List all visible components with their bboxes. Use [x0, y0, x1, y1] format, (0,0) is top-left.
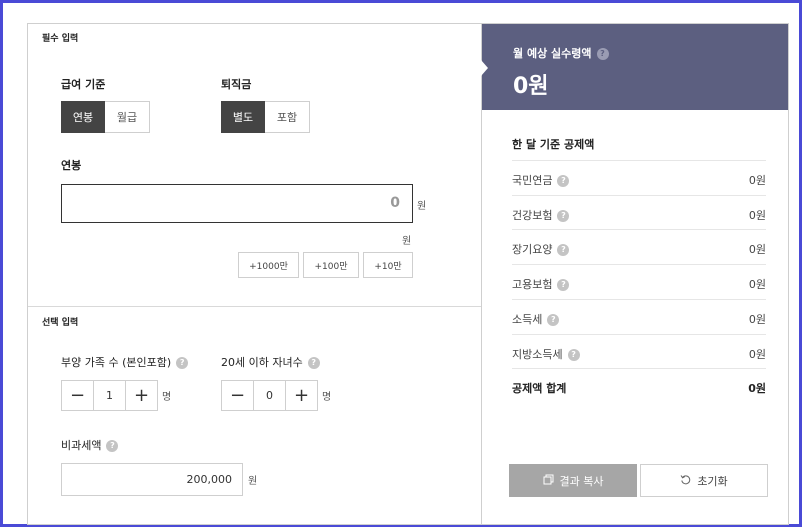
deduction-name-text: 고용보험: [512, 278, 553, 291]
deduction-value: 0원: [748, 278, 766, 291]
nontax-unit: 원: [248, 476, 258, 487]
deduction-name-text: 국민연금: [512, 174, 553, 187]
help-icon[interactable]: ?: [557, 279, 570, 291]
children-label-text: 20세 이하 자녀수: [221, 356, 303, 369]
net-pay-amount: 0원: [513, 74, 549, 99]
salary-basis-annual-button[interactable]: 연봉: [61, 101, 105, 133]
deduction-value: 0원: [748, 243, 766, 256]
reset-button[interactable]: 초기화: [640, 464, 768, 497]
annual-salary-label: 연봉: [61, 159, 82, 172]
deduction-name: 국민연금?: [512, 172, 570, 188]
deduction-name-text: 지방소득세: [512, 348, 563, 361]
deduction-row: 건강보험? 0원: [512, 195, 766, 229]
children-value[interactable]: 0: [253, 381, 286, 410]
nontax-label-text: 비과세액: [61, 439, 102, 452]
deduction-row: 고용보험? 0원: [512, 264, 766, 298]
deduction-row: 장기요양? 0원: [512, 229, 766, 263]
copy-result-label: 결과 복사: [559, 474, 604, 488]
optional-section-title: 선택 입력: [42, 318, 79, 328]
nontax-input[interactable]: 200,000: [61, 463, 243, 496]
help-icon[interactable]: ?: [547, 314, 560, 326]
annual-salary-input[interactable]: 0: [61, 184, 413, 223]
deduction-value: 0원: [748, 174, 766, 187]
salary-basis-toggle: 연봉 월급: [61, 101, 150, 133]
result-title: 월 예상 실수령액?: [513, 45, 609, 61]
add-1m-button[interactable]: +100만: [303, 252, 359, 278]
help-icon[interactable]: ?: [596, 48, 609, 60]
salary-basis-label: 급여 기준: [61, 78, 106, 91]
section-divider: [28, 306, 483, 307]
dependents-label-text: 부양 가족 수 (본인포함): [61, 356, 172, 369]
children-minus-button[interactable]: −: [222, 381, 253, 410]
app-frame: 필수 입력 급여 기준 연봉 월급 퇴직금 별도 포함 연봉 0 원 원 +10…: [0, 0, 802, 527]
pointer-arrow: [481, 60, 488, 76]
required-section-title: 필수 입력: [42, 34, 79, 44]
deduction-name: 소득세?: [512, 311, 560, 327]
dependents-minus-button[interactable]: −: [62, 381, 93, 410]
deduction-name: 건강보험?: [512, 207, 570, 223]
help-icon[interactable]: ?: [106, 440, 119, 452]
deduction-row: 소득세? 0원: [512, 299, 766, 333]
salary-basis-monthly-button[interactable]: 월급: [105, 101, 150, 133]
deduction-name: 고용보험?: [512, 276, 570, 292]
nontax-label: 비과세액?: [61, 437, 119, 453]
help-icon[interactable]: ?: [176, 357, 189, 369]
severance-included-button[interactable]: 포함: [265, 101, 310, 133]
severance-label: 퇴직금: [221, 78, 252, 91]
input-panel: 필수 입력 급여 기준 연봉 월급 퇴직금 별도 포함 연봉 0 원 원 +10…: [27, 23, 483, 525]
deduction-name-text: 건강보험: [512, 209, 553, 222]
severance-toggle: 별도 포함: [221, 101, 310, 133]
severance-separate-button[interactable]: 별도: [221, 101, 265, 133]
result-panel: 월 예상 실수령액? 0원 한 달 기준 공제액 국민연금? 0원 건강보험? …: [481, 23, 789, 525]
deduction-value: 0원: [748, 348, 766, 361]
add-100k-button[interactable]: +10만: [363, 252, 413, 278]
annual-salary-unit: 원: [417, 201, 427, 212]
help-icon[interactable]: ?: [557, 210, 570, 222]
deduction-total-row: 공제액 합계 0원: [512, 368, 766, 402]
dependents-label: 부양 가족 수 (본인포함)?: [61, 354, 189, 370]
deduction-name: 장기요양?: [512, 241, 570, 257]
children-label: 20세 이하 자녀수?: [221, 354, 320, 370]
children-plus-button[interactable]: +: [286, 381, 317, 410]
dependents-value[interactable]: 1: [93, 381, 126, 410]
add-10m-button[interactable]: +1000만: [238, 252, 299, 278]
dependents-unit: 명: [162, 392, 172, 403]
deduction-name: 지방소득세?: [512, 346, 580, 362]
deduction-total-name: 공제액 합계: [512, 382, 567, 395]
copy-result-button[interactable]: 결과 복사: [509, 464, 637, 497]
dependents-plus-button[interactable]: +: [126, 381, 157, 410]
annual-salary-sub-unit: 원: [402, 236, 412, 247]
help-icon[interactable]: ?: [307, 357, 320, 369]
deduction-row: 지방소득세? 0원: [512, 334, 766, 368]
reset-icon: [680, 474, 691, 488]
deduction-name-text: 소득세: [512, 313, 543, 326]
deduction-total-value: 0원: [748, 382, 766, 395]
help-icon[interactable]: ?: [557, 244, 570, 256]
deduction-value: 0원: [748, 209, 766, 222]
copy-icon: [543, 474, 554, 488]
result-header: 월 예상 실수령액? 0원: [481, 24, 788, 110]
dependents-stepper: − 1 +: [61, 380, 158, 411]
deduction-row: 국민연금? 0원: [512, 160, 766, 194]
children-unit: 명: [322, 392, 332, 403]
reset-label: 초기화: [697, 474, 728, 488]
deduction-value: 0원: [748, 313, 766, 326]
deduction-name-text: 장기요양: [512, 243, 553, 256]
help-icon[interactable]: ?: [557, 175, 570, 187]
children-stepper: − 0 +: [221, 380, 318, 411]
result-title-text: 월 예상 실수령액: [513, 47, 592, 60]
deduction-title: 한 달 기준 공제액: [512, 138, 595, 151]
help-icon[interactable]: ?: [567, 349, 580, 361]
